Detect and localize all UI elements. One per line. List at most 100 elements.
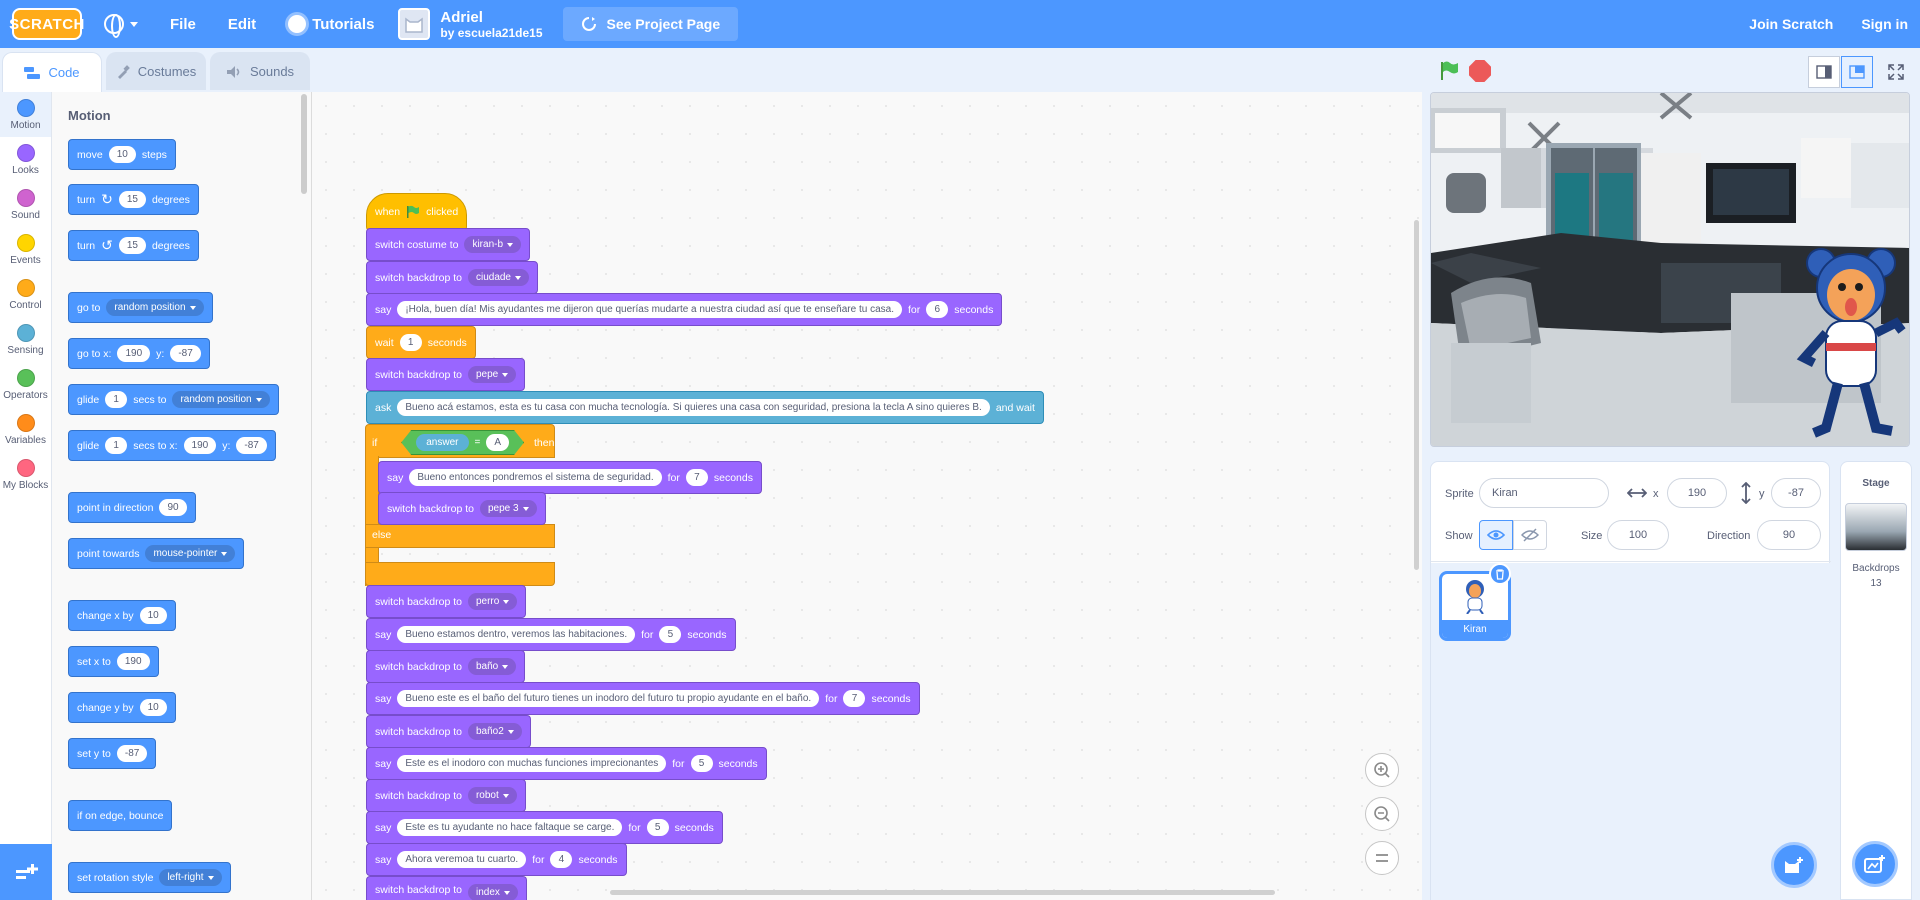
y-input[interactable]: -87 bbox=[236, 437, 267, 454]
tutorials-button[interactable]: Tutorials bbox=[278, 0, 384, 48]
move-steps-block[interactable]: move 10 steps bbox=[68, 139, 176, 170]
x-input[interactable]: 190 bbox=[116, 653, 150, 670]
switch-backdrop-block[interactable]: switch backdrop to baño2 bbox=[366, 715, 531, 748]
turn-right-block[interactable]: turn ↻ 15 degrees bbox=[68, 184, 199, 215]
zoom-in-button[interactable] bbox=[1365, 753, 1399, 787]
ask-and-wait-block[interactable]: ask Bueno acá estamos, esta es tu casa c… bbox=[366, 391, 1044, 424]
category-looks[interactable]: Looks bbox=[0, 137, 51, 182]
green-flag-button[interactable] bbox=[1438, 60, 1460, 82]
say-for-secs-block[interactable]: say Bueno entonces pondremos el sistema … bbox=[378, 461, 762, 494]
secs-input[interactable]: 1 bbox=[105, 437, 128, 454]
if-else-block-middle[interactable] bbox=[365, 524, 555, 548]
sprite-name-field[interactable]: Kiran bbox=[1479, 478, 1609, 508]
question-input[interactable]: Bueno acá estamos, esta es tu casa con m… bbox=[397, 399, 990, 416]
seconds-input[interactable]: 4 bbox=[550, 851, 573, 868]
bounce-block[interactable]: if on edge, bounce bbox=[68, 800, 173, 831]
direction-input[interactable]: 90 bbox=[159, 499, 187, 516]
size-field[interactable]: 100 bbox=[1607, 520, 1669, 550]
seconds-input[interactable]: 7 bbox=[685, 469, 708, 486]
set-x-block[interactable]: set x to 190 bbox=[68, 646, 159, 677]
switch-costume-block[interactable]: switch costume to kiran-b bbox=[366, 228, 531, 261]
fullscreen-button[interactable] bbox=[1880, 56, 1912, 88]
zoom-reset-button[interactable] bbox=[1365, 841, 1399, 875]
backdrop-dropdown[interactable]: pepe 3 bbox=[479, 500, 537, 517]
sign-in-link[interactable]: Sign in bbox=[1861, 16, 1908, 32]
y-position-field[interactable]: -87 bbox=[1771, 478, 1821, 508]
secs-input[interactable]: 1 bbox=[105, 391, 128, 408]
say-for-secs-block[interactable]: say Bueno estamos dentro, veremos las ha… bbox=[366, 618, 736, 651]
see-project-page-button[interactable]: See Project Page bbox=[562, 7, 739, 41]
switch-backdrop-block[interactable]: switch backdrop to pepe 3 bbox=[378, 492, 546, 525]
y-input[interactable]: -87 bbox=[116, 745, 148, 762]
seconds-input[interactable]: 5 bbox=[646, 819, 669, 836]
x-input[interactable]: 190 bbox=[183, 437, 217, 454]
switch-backdrop-block[interactable]: switch backdrop to index bbox=[366, 876, 527, 900]
file-menu[interactable]: File bbox=[160, 0, 206, 48]
switch-backdrop-block[interactable]: switch backdrop to robot bbox=[366, 779, 526, 812]
normal-stage-button[interactable] bbox=[1841, 56, 1873, 88]
backdrop-dropdown[interactable]: pepe bbox=[467, 366, 517, 383]
target-dropdown[interactable]: random position bbox=[172, 391, 270, 408]
category-control[interactable]: Control bbox=[0, 272, 51, 317]
go-to-block[interactable]: go to random position bbox=[68, 292, 213, 323]
target-dropdown[interactable]: mouse-pointer bbox=[145, 545, 236, 562]
point-towards-block[interactable]: point towards mouse-pointer bbox=[68, 538, 245, 569]
degrees-input[interactable]: 15 bbox=[118, 191, 146, 208]
say-for-secs-block[interactable]: say Bueno este es el baño del futuro tie… bbox=[366, 682, 920, 715]
seconds-input[interactable]: 5 bbox=[690, 755, 713, 772]
x-change-input[interactable]: 10 bbox=[139, 607, 167, 624]
backdrop-dropdown[interactable]: robot bbox=[467, 787, 517, 804]
seconds-input[interactable]: 5 bbox=[659, 626, 682, 643]
seconds-input[interactable]: 1 bbox=[399, 334, 422, 351]
turn-left-block[interactable]: turn ↺ 15 degrees bbox=[68, 230, 199, 261]
say-for-secs-block[interactable]: say Ahora veremoa tu cuarto. for 4 secon… bbox=[366, 843, 627, 876]
message-input[interactable]: Bueno estamos dentro, veremos las habita… bbox=[397, 626, 636, 643]
go-to-xy-block[interactable]: go to x: 190 y: -87 bbox=[68, 338, 210, 369]
tab-costumes[interactable]: Costumes bbox=[106, 52, 206, 90]
script-horizontal-scrollbar[interactable] bbox=[610, 890, 1275, 895]
switch-backdrop-block[interactable]: switch backdrop to perro bbox=[366, 585, 527, 618]
category-sound[interactable]: Sound bbox=[0, 182, 51, 227]
equals-operator-block[interactable]: answer = A bbox=[401, 430, 524, 455]
say-for-secs-block[interactable]: say Este es el inodoro con muchas funcio… bbox=[366, 747, 767, 780]
y-change-input[interactable]: 10 bbox=[139, 699, 167, 716]
if-else-block-bottom[interactable] bbox=[365, 562, 555, 586]
y-input[interactable]: -87 bbox=[170, 345, 201, 362]
switch-backdrop-block[interactable]: switch backdrop to baño bbox=[366, 650, 526, 683]
answer-reporter[interactable]: answer bbox=[416, 434, 468, 451]
compare-input[interactable]: A bbox=[486, 434, 509, 451]
small-stage-button[interactable] bbox=[1808, 56, 1840, 88]
rotation-style-block[interactable]: set rotation style left-right bbox=[68, 862, 231, 893]
zoom-out-button[interactable] bbox=[1365, 797, 1399, 831]
set-y-block[interactable]: set y to -87 bbox=[68, 738, 157, 769]
category-variables[interactable]: Variables bbox=[0, 407, 51, 452]
switch-backdrop-block[interactable]: switch backdrop to pepe bbox=[366, 358, 526, 391]
tab-sounds[interactable]: Sounds bbox=[210, 52, 310, 90]
say-for-secs-block[interactable]: say Este es tu ayudante no hace faltaque… bbox=[366, 811, 723, 844]
delete-sprite-button[interactable] bbox=[1489, 563, 1511, 585]
hide-sprite-button[interactable] bbox=[1513, 520, 1547, 550]
x-position-field[interactable]: 190 bbox=[1667, 478, 1727, 508]
change-x-block[interactable]: change x by 10 bbox=[68, 600, 176, 631]
category-my-blocks[interactable]: My Blocks bbox=[0, 452, 51, 497]
backdrop-dropdown[interactable]: ciudade bbox=[467, 269, 529, 286]
point-in-direction-block[interactable]: point in direction 90 bbox=[68, 492, 196, 523]
backdrop-dropdown[interactable]: perro bbox=[467, 593, 518, 610]
message-input[interactable]: Ahora veremoa tu cuarto. bbox=[397, 851, 527, 868]
when-flag-clicked-block[interactable]: when clicked bbox=[366, 193, 468, 231]
message-input[interactable]: Bueno este es el baño del futuro tienes … bbox=[397, 690, 820, 707]
x-input[interactable]: 190 bbox=[117, 345, 151, 362]
costume-dropdown[interactable]: kiran-b bbox=[464, 236, 522, 253]
edit-menu[interactable]: Edit bbox=[218, 0, 266, 48]
backdrop-dropdown[interactable]: baño2 bbox=[467, 723, 522, 740]
backdrop-dropdown[interactable]: index bbox=[467, 884, 518, 900]
rotation-dropdown[interactable]: left-right bbox=[159, 869, 222, 886]
add-sprite-button[interactable] bbox=[1771, 842, 1817, 888]
add-backdrop-button[interactable] bbox=[1852, 841, 1898, 887]
target-dropdown[interactable]: random position bbox=[106, 299, 204, 316]
category-motion[interactable]: Motion bbox=[0, 92, 51, 137]
language-menu[interactable] bbox=[94, 0, 148, 48]
backdrop-dropdown[interactable]: baño bbox=[467, 658, 517, 675]
message-input[interactable]: Bueno entonces pondremos el sistema de s… bbox=[409, 469, 662, 486]
message-input[interactable]: ¡Hola, buen día! Mis ayudantes me dijero… bbox=[397, 301, 902, 318]
